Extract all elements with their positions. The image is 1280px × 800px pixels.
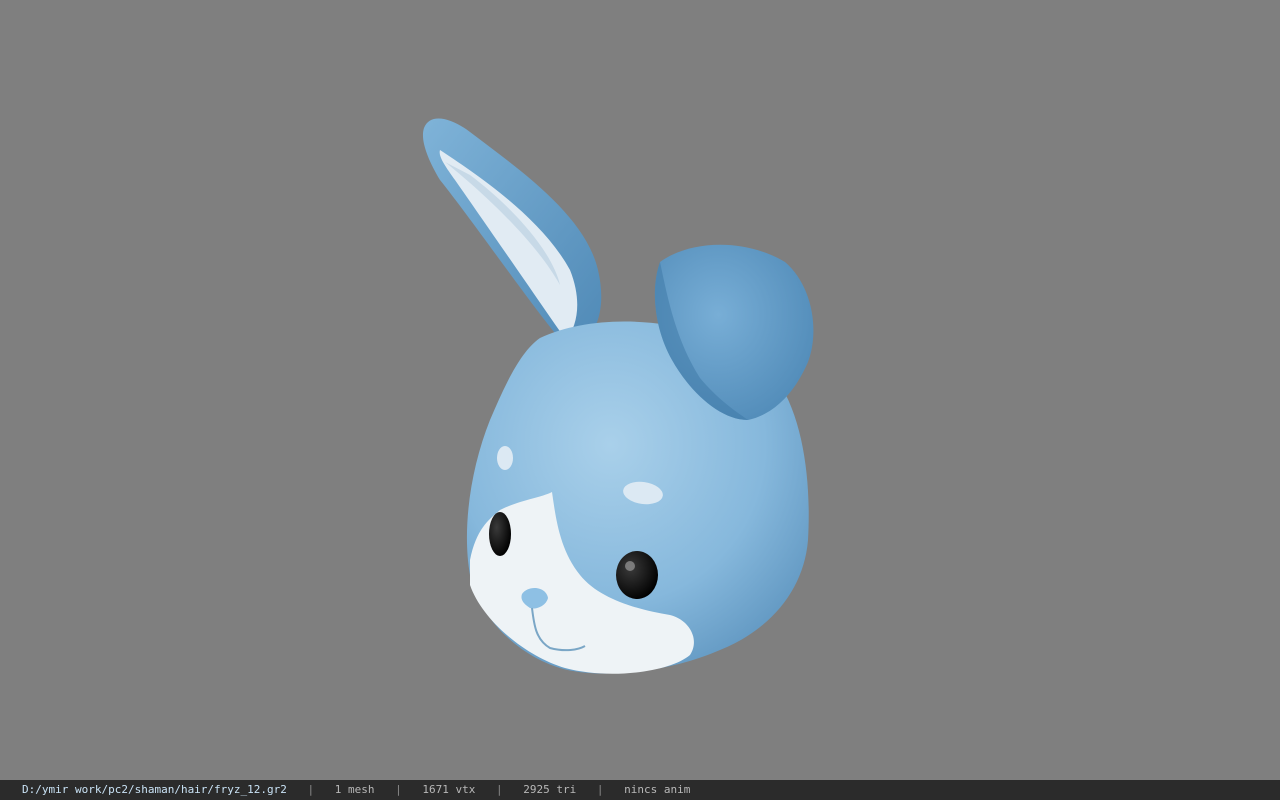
triangle-count: 2925 tri <box>523 783 577 796</box>
anim-status: nincs anim <box>624 783 691 796</box>
file-path: D:/ymir work/pc2/shaman/hair/fryz_12.gr2 <box>22 783 287 796</box>
separator: | <box>596 783 604 796</box>
separator: | <box>395 783 402 796</box>
right-eye <box>616 551 658 599</box>
vertex-count: 1671 vtx <box>422 783 476 796</box>
bunny-hat-model <box>422 118 814 674</box>
status-bar: D:/ymir work/pc2/shaman/hair/fryz_12.gr2… <box>0 780 1280 800</box>
left-eye <box>489 512 511 556</box>
left-ear <box>422 118 602 352</box>
mesh-count: 1 mesh <box>334 783 375 796</box>
3d-viewport[interactable] <box>0 0 1280 780</box>
separator: | <box>496 783 503 796</box>
separator: | <box>307 783 315 796</box>
